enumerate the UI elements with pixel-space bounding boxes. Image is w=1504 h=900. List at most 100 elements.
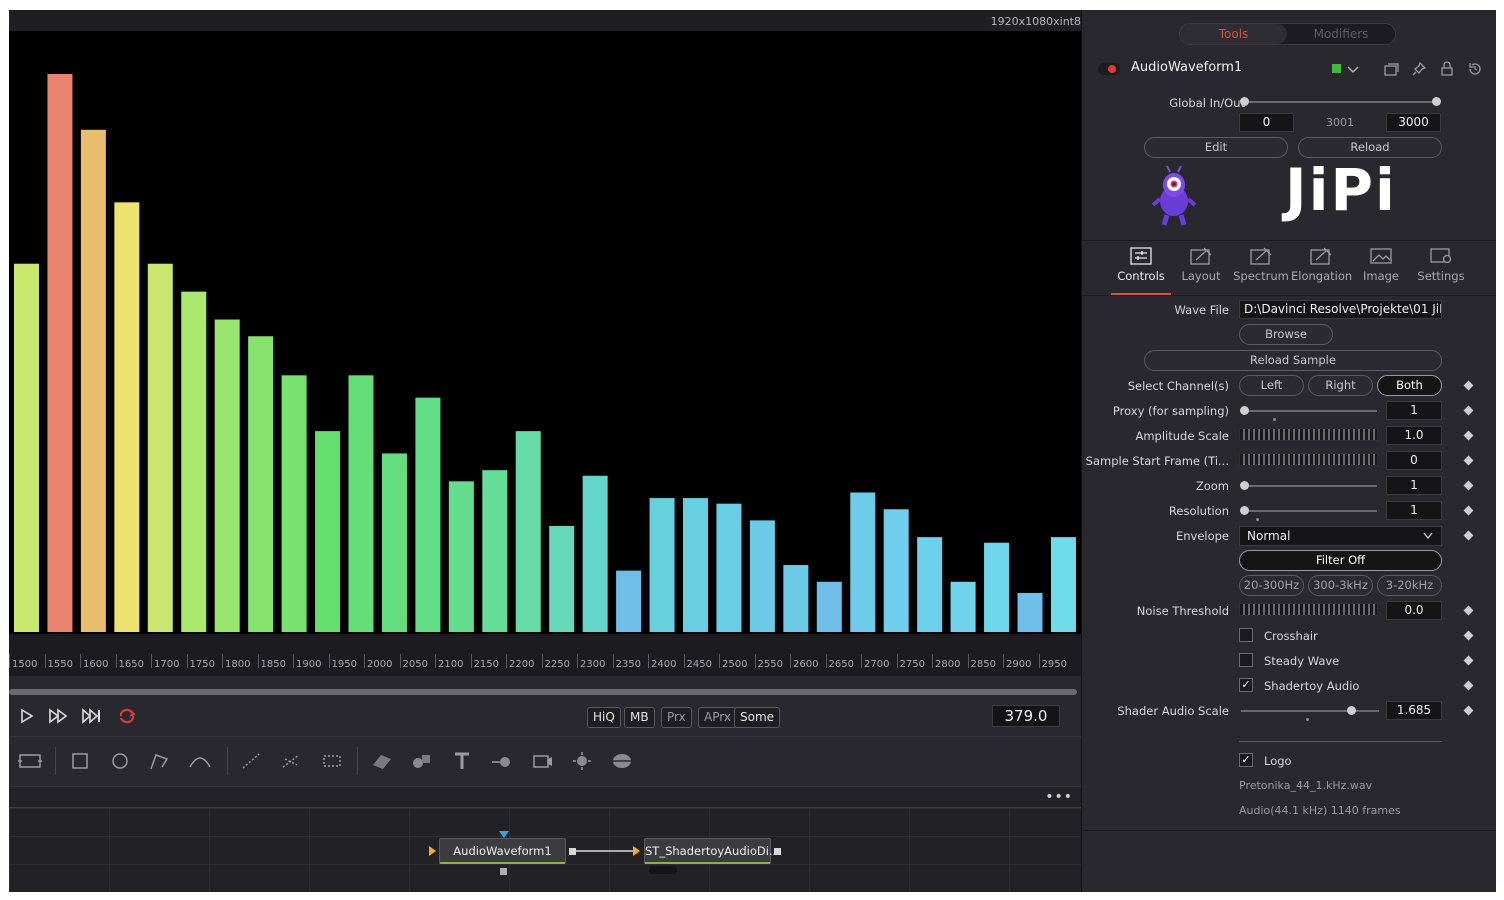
keyframe-icon[interactable]: [1463, 655, 1474, 666]
keyframe-icon[interactable]: [1463, 430, 1474, 441]
logo-checkbox[interactable]: ✓: [1239, 753, 1253, 767]
particle-emitter-icon[interactable]: [239, 749, 265, 773]
noise-threshold-thumbwheel[interactable]: [1239, 603, 1378, 616]
keyframe-icon[interactable]: [1463, 680, 1474, 691]
polygon-mask-icon[interactable]: [147, 749, 173, 773]
channel-right-button[interactable]: Right: [1308, 375, 1373, 396]
fast-forward-icon[interactable]: [47, 707, 69, 725]
keyframe-icon[interactable]: [1463, 705, 1474, 716]
filter-low-button[interactable]: 20-300Hz: [1239, 575, 1304, 596]
edit-button[interactable]: Edit: [1144, 137, 1288, 158]
resolution-field[interactable]: 1: [1386, 501, 1442, 520]
shape-3d-icon[interactable]: [409, 749, 435, 773]
keyframe-icon[interactable]: [1463, 505, 1474, 516]
shadertoy-audio-checkbox[interactable]: ✓: [1239, 678, 1253, 692]
particle-force-icon[interactable]: [319, 749, 345, 773]
node-output-port[interactable]: [774, 848, 781, 855]
timeline-scrollbar[interactable]: [9, 689, 1077, 695]
zoom-slider[interactable]: [1243, 485, 1377, 487]
tab-settings[interactable]: Settings: [1411, 247, 1471, 283]
more-options-icon[interactable]: •••: [1045, 789, 1073, 805]
channel-left-button[interactable]: Left: [1239, 375, 1304, 396]
node-output-port[interactable]: [569, 848, 576, 855]
zoom-knob[interactable]: [1240, 481, 1249, 490]
amplitude-thumbwheel[interactable]: [1239, 428, 1378, 441]
tab-modifiers[interactable]: Modifiers: [1287, 24, 1395, 44]
ellipse-mask-icon[interactable]: [107, 749, 133, 773]
filter-mid-button[interactable]: 300-3kHz: [1308, 575, 1373, 596]
current-time-field[interactable]: 379.0: [992, 705, 1060, 727]
proxy-button[interactable]: Prx: [661, 707, 692, 728]
tab-elongation[interactable]: Elongation: [1291, 247, 1352, 283]
hiq-button[interactable]: HiQ: [587, 707, 621, 728]
wave-file-field[interactable]: D:\Davinci Resolve\Projekte\01 JiPi S: [1239, 300, 1442, 319]
envelope-dropdown[interactable]: Normal: [1239, 526, 1442, 546]
amplitude-field[interactable]: 1.0: [1386, 426, 1442, 445]
merge-3d-icon[interactable]: [489, 749, 515, 773]
lock-icon[interactable]: [1439, 61, 1455, 77]
image-plane-3d-icon[interactable]: [369, 749, 395, 773]
background-tool-icon[interactable]: [17, 749, 43, 773]
auto-proxy-button[interactable]: APrx: [698, 707, 737, 728]
reload-sample-button[interactable]: Reload Sample: [1144, 350, 1442, 371]
rectangle-mask-icon[interactable]: [67, 749, 93, 773]
keyframe-icon[interactable]: [1463, 455, 1474, 466]
crosshair-checkbox[interactable]: [1239, 628, 1253, 642]
zoom-field[interactable]: 1: [1386, 476, 1442, 495]
bspline-mask-icon[interactable]: [187, 749, 213, 773]
tool-color-swatch[interactable]: [1332, 64, 1341, 73]
noise-threshold-field[interactable]: 0.0: [1386, 601, 1442, 620]
motion-blur-button[interactable]: MB: [624, 707, 655, 728]
node-mask-port[interactable]: [500, 868, 507, 875]
global-out-knob[interactable]: [1432, 97, 1441, 106]
tab-spectrum[interactable]: Spectrum: [1231, 247, 1291, 283]
viewer[interactable]: [9, 31, 1081, 634]
play-icon[interactable]: [17, 707, 39, 725]
filter-off-button[interactable]: Filter Off: [1239, 550, 1442, 571]
resolution-slider[interactable]: [1243, 510, 1377, 512]
proxy-field[interactable]: 1: [1386, 401, 1442, 420]
proxy-slider[interactable]: [1243, 410, 1377, 412]
steady-wave-checkbox[interactable]: [1239, 653, 1253, 667]
keyframe-icon[interactable]: [1463, 630, 1474, 641]
some-button[interactable]: Some: [734, 707, 781, 728]
reload-button[interactable]: Reload: [1298, 137, 1442, 158]
node-editor[interactable]: AudioWaveform1 ST_ShadertoyAudioDi...: [9, 808, 1081, 892]
renderer-3d-icon[interactable]: [609, 749, 635, 773]
version-icon[interactable]: [1383, 61, 1399, 77]
particle-render-icon[interactable]: [279, 749, 305, 773]
shader-audio-scale-slider[interactable]: [1241, 710, 1379, 712]
camera-3d-icon[interactable]: [529, 749, 555, 773]
keyframe-icon[interactable]: [1463, 530, 1474, 541]
resolution-knob[interactable]: [1240, 506, 1249, 515]
tab-image[interactable]: Image: [1351, 247, 1411, 283]
skip-end-icon[interactable]: [81, 707, 103, 725]
shader-audio-scale-field[interactable]: 1.685: [1386, 701, 1442, 720]
keyframe-icon[interactable]: [1463, 380, 1474, 391]
reset-icon[interactable]: [1467, 61, 1483, 77]
loop-icon[interactable]: [116, 707, 138, 725]
node-shadertoy-audio[interactable]: ST_ShadertoyAudioDi...: [644, 838, 780, 864]
tab-controls[interactable]: Controls: [1111, 247, 1171, 283]
pin-icon[interactable]: [1411, 61, 1427, 77]
sample-start-field[interactable]: 0: [1386, 451, 1442, 470]
proxy-knob[interactable]: [1240, 406, 1249, 415]
tab-tools[interactable]: Tools: [1180, 24, 1287, 44]
node-audiowaveform1[interactable]: AudioWaveform1: [439, 838, 566, 864]
text-3d-icon[interactable]: [449, 749, 475, 773]
global-range-track[interactable]: [1243, 101, 1436, 103]
time-ruler[interactable]: 1500 1550 1600 1650 1700 1750 1800 1850 1900 1950…: [9, 634, 1081, 676]
sample-start-thumbwheel[interactable]: [1239, 453, 1378, 466]
light-3d-icon[interactable]: [569, 749, 595, 773]
tab-layout[interactable]: Layout: [1171, 247, 1231, 283]
tool-enable-toggle[interactable]: [1098, 63, 1120, 75]
keyframe-icon[interactable]: [1463, 480, 1474, 491]
channel-both-button[interactable]: Both: [1377, 375, 1442, 396]
shader-audio-scale-knob[interactable]: [1347, 706, 1356, 715]
keyframe-icon[interactable]: [1463, 605, 1474, 616]
browse-button[interactable]: Browse: [1239, 324, 1333, 345]
global-out-field[interactable]: 3000: [1386, 113, 1441, 132]
global-in-knob[interactable]: [1240, 97, 1249, 106]
chevron-down-icon[interactable]: [1345, 61, 1361, 77]
global-in-field[interactable]: 0: [1239, 113, 1294, 132]
